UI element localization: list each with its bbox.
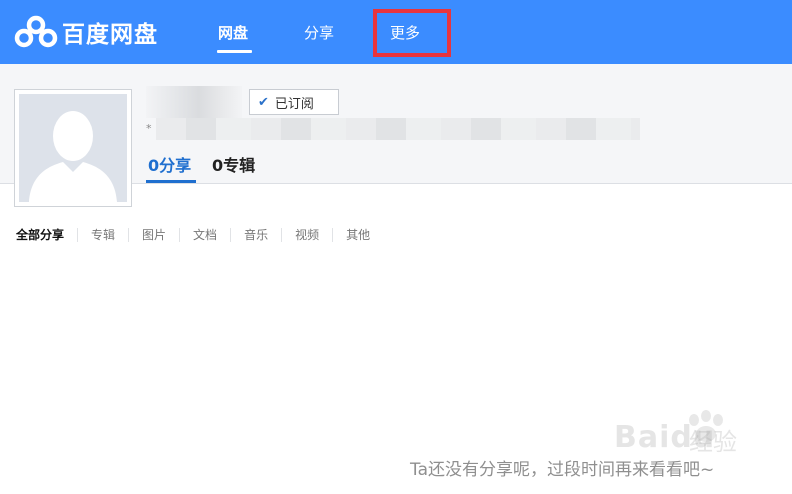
check-icon: ✔ xyxy=(258,94,269,110)
baidu-netdisk-logo[interactable]: 百度网盘 xyxy=(14,14,158,50)
avatar xyxy=(14,89,132,207)
filter-videos[interactable]: 视频 xyxy=(281,228,332,242)
nav-netdisk[interactable]: 网盘 xyxy=(218,22,248,43)
filter-documents[interactable]: 文档 xyxy=(179,228,230,242)
empty-state-message: Ta还没有分享呢，过段时间再来看看吧~ xyxy=(410,460,715,480)
logo-text: 百度网盘 xyxy=(62,22,158,48)
top-nav-bar: 百度网盘 网盘 分享 更多 xyxy=(0,0,792,64)
filter-all[interactable]: 全部分享 xyxy=(16,228,77,242)
filter-music[interactable]: 音乐 xyxy=(230,228,281,242)
subscribe-button[interactable]: ✔ 已订阅 xyxy=(249,89,339,115)
filter-images[interactable]: 图片 xyxy=(128,228,179,242)
tab-shares[interactable]: 0分享 xyxy=(148,152,191,176)
subscribe-label: 已订阅 xyxy=(274,96,314,112)
description-blurred xyxy=(156,118,640,140)
highlight-box xyxy=(373,9,451,57)
category-filter-bar: 全部分享 专辑 图片 文档 音乐 视频 其他 xyxy=(16,226,383,244)
username-blurred xyxy=(146,86,242,118)
nav-active-underline xyxy=(217,50,252,53)
cloud-logo-icon xyxy=(14,15,58,48)
tab-active-underline xyxy=(146,180,196,183)
default-avatar-icon xyxy=(29,111,117,202)
watermark-text-cn: 经验 xyxy=(689,428,737,456)
description-marker: * xyxy=(146,122,152,135)
filter-albums[interactable]: 专辑 xyxy=(77,228,128,242)
tab-albums[interactable]: 0专辑 xyxy=(212,152,255,176)
filter-other[interactable]: 其他 xyxy=(332,228,383,242)
baidu-jingyan-watermark: Baidu 经验 xyxy=(584,408,754,458)
nav-share[interactable]: 分享 xyxy=(304,22,334,43)
